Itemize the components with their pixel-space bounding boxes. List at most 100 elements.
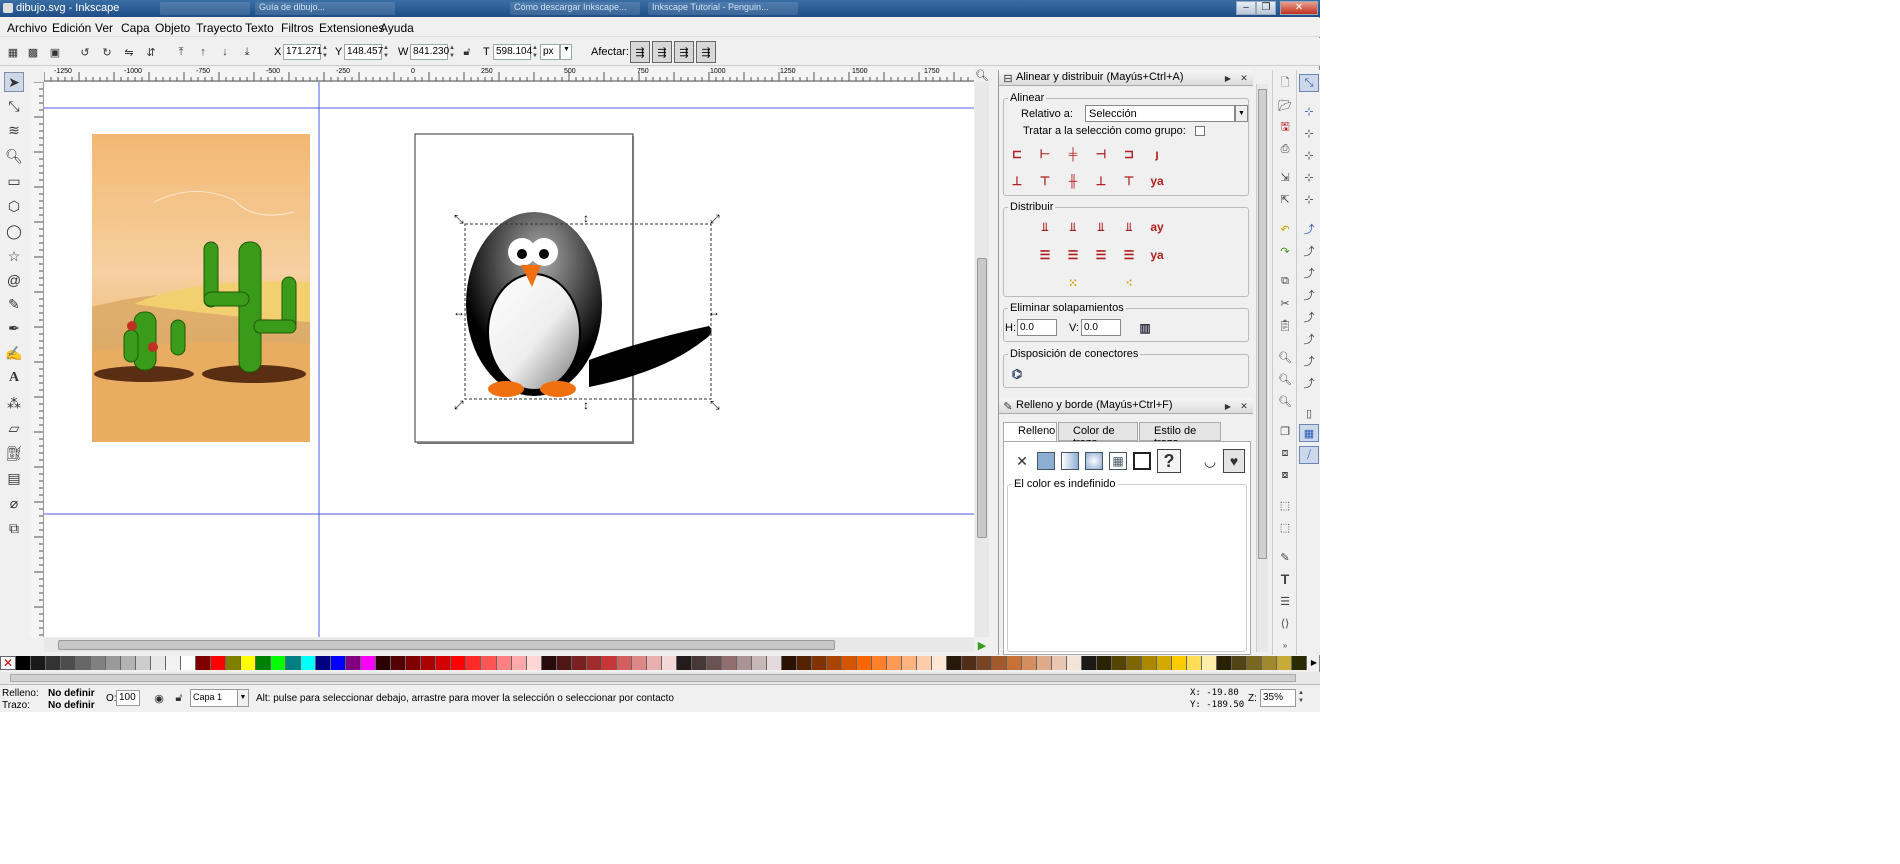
layers-dialog-icon[interactable]: ☰	[1275, 592, 1295, 610]
color-swatch[interactable]	[1292, 656, 1308, 670]
menu-texto[interactable]: Texto	[245, 21, 274, 35]
tab-fill[interactable]: Relleno	[1003, 422, 1057, 441]
color-swatch[interactable]	[751, 656, 767, 670]
eraser-tool-icon[interactable]: ▱	[4, 418, 24, 438]
x-field[interactable]: 171.271	[283, 44, 322, 60]
color-swatch[interactable]	[1187, 656, 1203, 670]
color-swatch[interactable]	[16, 656, 32, 670]
color-swatch[interactable]	[61, 656, 77, 670]
color-swatch[interactable]	[1172, 656, 1188, 670]
calligraphy-tool-icon[interactable]: ✍	[4, 343, 24, 363]
rotate-cw-icon[interactable]: ↻	[98, 43, 116, 61]
color-swatch[interactable]	[556, 656, 572, 670]
distribute-gaps-icon[interactable]: ⫫	[1119, 217, 1139, 237]
color-swatch[interactable]	[977, 656, 993, 670]
snap-paths-icon[interactable]: ⤴	[1299, 242, 1319, 260]
color-swatch[interactable]	[1067, 656, 1083, 670]
color-swatch[interactable]	[961, 656, 977, 670]
palette-menu-icon[interactable]: ▶	[1308, 656, 1320, 670]
color-swatch[interactable]	[1157, 656, 1173, 670]
align-top-edge-icon[interactable]: ⊤	[1119, 171, 1139, 191]
color-swatch[interactable]	[136, 656, 152, 670]
w-spinner[interactable]: ▲ ▼	[449, 44, 455, 60]
save-icon[interactable]: 🖫︎	[1275, 118, 1295, 136]
affect-patterns-button[interactable]: ⇶	[696, 41, 716, 63]
panel-close-icon[interactable]: ✕	[1237, 70, 1251, 86]
pen-tool-icon[interactable]: ✒	[4, 318, 24, 338]
color-swatch[interactable]	[1082, 656, 1098, 670]
color-swatch[interactable]	[331, 656, 347, 670]
group-icon[interactable]: ⬚	[1275, 496, 1295, 514]
unclump-icon[interactable]: ⁖	[1119, 273, 1139, 293]
zoom-field[interactable]: 35%	[1260, 689, 1296, 707]
spray-tool-icon[interactable]: ⁂	[4, 393, 24, 413]
color-swatch[interactable]	[886, 656, 902, 670]
y-field[interactable]: 148.457	[344, 44, 383, 60]
import-icon[interactable]: ⇲	[1275, 168, 1295, 186]
color-swatch[interactable]	[1112, 656, 1128, 670]
minimize-button[interactable]: –	[1236, 1, 1256, 15]
color-management-icon[interactable]: ▶	[975, 638, 989, 652]
distribute-middle-icon[interactable]: ☰	[1063, 245, 1083, 265]
snap-page-border-icon[interactable]: ▯	[1299, 404, 1319, 422]
gradient-tool-icon[interactable]: ▤	[4, 468, 24, 488]
snap-bbox-centers-icon[interactable]: ⊹	[1299, 190, 1319, 208]
center-vertical-axis-icon[interactable]: ╪	[1063, 144, 1083, 164]
snap-guides-icon[interactable]: ⧸	[1299, 446, 1319, 464]
color-swatch[interactable]	[91, 656, 107, 670]
color-swatch[interactable]	[901, 656, 917, 670]
color-swatch[interactable]	[391, 656, 407, 670]
color-swatch[interactable]	[736, 656, 752, 670]
affect-gradients-button[interactable]: ⇶	[674, 41, 694, 63]
zoom-spinner[interactable]: ▲ ▼	[1298, 689, 1304, 707]
unit-select[interactable]: px	[540, 44, 560, 60]
color-swatch[interactable]	[571, 656, 587, 670]
color-swatch[interactable]	[1022, 656, 1038, 670]
panel-close-icon[interactable]: ✕	[1237, 398, 1251, 414]
menu-archivo[interactable]: Archivo	[7, 21, 47, 35]
x-spinner[interactable]: ▲ ▼	[322, 44, 328, 60]
color-swatch[interactable]	[646, 656, 662, 670]
color-swatch[interactable]	[1232, 656, 1248, 670]
snap-nodes-icon[interactable]: ⤴	[1299, 220, 1319, 238]
print-icon[interactable]: ⎙	[1275, 140, 1295, 158]
spiral-tool-icon[interactable]: @	[4, 270, 24, 290]
randomize-icon[interactable]: ⁙	[1063, 273, 1083, 293]
tab-stroke-color[interactable]: Color de trazo	[1058, 422, 1138, 449]
color-swatch[interactable]	[361, 656, 377, 670]
paint-bucket-tool-icon[interactable]: ⛽︎	[4, 443, 24, 463]
color-swatch[interactable]	[1127, 656, 1143, 670]
color-swatch[interactable]	[286, 656, 302, 670]
tab-stroke-style[interactable]: Estilo de trazo	[1139, 422, 1221, 449]
color-swatch[interactable]	[841, 656, 857, 670]
raise-icon[interactable]: ↑	[194, 43, 212, 61]
distribute-vbaseline-icon[interactable]: ya	[1147, 245, 1167, 265]
align-bottom-icon[interactable]: ⊥	[1091, 171, 1111, 191]
stroke-indicator-value[interactable]: No definir	[48, 700, 95, 711]
zoom-selection-icon[interactable]: 🔍︎	[1275, 348, 1295, 366]
horizontal-scrollbar[interactable]	[44, 638, 974, 652]
color-swatch[interactable]	[871, 656, 887, 670]
new-document-icon[interactable]: 🗋︎	[1275, 74, 1295, 92]
relative-select[interactable]: Selección	[1085, 105, 1235, 122]
zoom-page-icon[interactable]: 🔍︎	[1275, 392, 1295, 410]
lower-to-bottom-icon[interactable]: ⤓	[238, 43, 256, 61]
distribute-right-icon[interactable]: ⫫	[1091, 217, 1111, 237]
open-icon[interactable]: 📂︎	[1275, 96, 1295, 114]
color-swatch[interactable]	[1217, 656, 1233, 670]
panel-expand-icon[interactable]: ▶	[1221, 398, 1235, 414]
rotate-ccw-icon[interactable]: ↺	[76, 43, 94, 61]
color-swatch[interactable]	[1052, 656, 1068, 670]
snap-bbox-edges-icon[interactable]: ⊹	[1299, 124, 1319, 142]
zoom-fit-icon[interactable]: 🔍︎	[974, 68, 990, 82]
fill-stroke-dialog-icon[interactable]: ✎	[1275, 548, 1295, 566]
select-all-icon[interactable]: ▦	[4, 43, 22, 61]
color-swatch[interactable]	[121, 656, 137, 670]
color-swatch[interactable]	[526, 656, 542, 670]
color-swatch[interactable]	[766, 656, 782, 670]
relative-dropdown-icon[interactable]: ▼	[1235, 105, 1248, 122]
ungroup-icon[interactable]: ⬚	[1275, 518, 1295, 536]
distribute-baseline-icon[interactable]: ay	[1147, 217, 1167, 237]
dropper-tool-icon[interactable]: ⌀	[4, 493, 24, 513]
clone-icon[interactable]: ⧈	[1275, 444, 1295, 462]
